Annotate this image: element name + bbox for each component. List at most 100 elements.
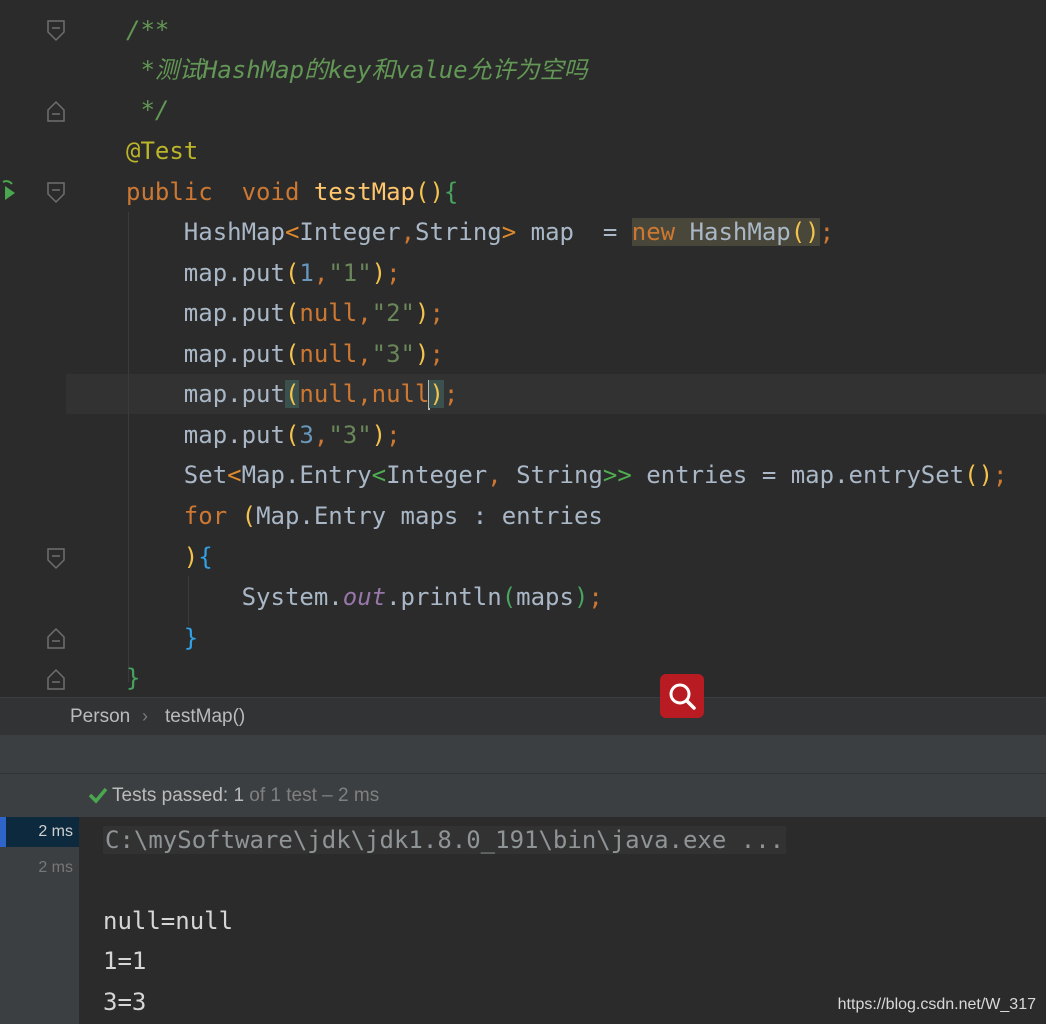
code-line-put-3[interactable]: map.put(null,"3"); — [126, 334, 444, 374]
code-line-for-close[interactable]: } — [126, 618, 198, 658]
code-token: map.put — [126, 299, 285, 327]
code-editor[interactable]: /** *测试HashMap的key和value允许为空吗 */ @Test p… — [0, 0, 1046, 697]
code-token: () — [964, 461, 994, 489]
code-line-method-signature[interactable]: public void testMap(){ — [126, 172, 458, 212]
fold-end-icon[interactable] — [47, 100, 65, 122]
code-token: map.put — [126, 340, 285, 368]
code-token: null — [299, 380, 358, 408]
code-token: ; — [819, 218, 835, 246]
code-token: { — [443, 178, 459, 206]
code-token: /** — [126, 16, 170, 44]
code-token: ; — [386, 421, 401, 449]
code-token: ( — [284, 299, 300, 327]
code-token: map = — [516, 218, 632, 246]
code-line-put-1[interactable]: map.put(1,"1"); — [126, 253, 401, 293]
code-token: testMap — [313, 178, 416, 206]
code-line-annotation[interactable]: @Test — [126, 131, 198, 171]
code-token: 3 — [299, 421, 314, 449]
console-command-line[interactable]: C:\mySoftware\jdk\jdk1.8.0_191\bin\java.… — [103, 820, 787, 860]
code-line-println[interactable]: System.out.println(maps); — [126, 577, 603, 617]
run-test-icon[interactable] — [0, 178, 18, 206]
test-tree-row[interactable]: 2 ms — [0, 817, 79, 847]
console-command[interactable]: C:\mySoftware\jdk\jdk1.8.0_191\bin\java.… — [103, 826, 787, 854]
search-icon — [669, 683, 696, 710]
test-tree-row[interactable]: 2 ms — [0, 853, 79, 883]
code-token: entries = map.entrySet — [631, 461, 965, 489]
code-token: for — [183, 502, 228, 530]
code-line-method-close[interactable]: } — [126, 658, 140, 697]
code-token: < — [227, 461, 242, 489]
console-output-line: null=null — [103, 907, 234, 935]
code-token: .println — [386, 583, 502, 611]
code-token: 1 — [299, 259, 314, 287]
test-total-label: of 1 test – 2 ms — [244, 785, 380, 806]
code-line-comment-open[interactable]: /** — [126, 10, 169, 50]
code-token: , — [357, 340, 372, 368]
code-token: , — [400, 218, 416, 246]
code-token: map.put — [126, 421, 285, 449]
code-token: ) — [415, 340, 430, 368]
code-token: null — [371, 380, 430, 408]
code-token: ; — [429, 340, 444, 368]
code-line-comment-close[interactable]: */ — [126, 90, 169, 130]
code-token: "3" — [328, 421, 372, 449]
code-line-put-5[interactable]: map.put(3,"3"); — [126, 415, 401, 455]
code-token: out — [342, 583, 387, 611]
code-line-entryset[interactable]: Set<Map.Entry<Integer, String>> entries … — [126, 455, 1008, 495]
fold-start-icon[interactable] — [47, 548, 65, 570]
code-token: ; — [588, 583, 603, 611]
code-token: ; — [443, 380, 459, 408]
code-line-for-brace[interactable]: ){ — [126, 537, 213, 577]
code-token: ) — [415, 299, 430, 327]
code-token: String — [501, 461, 603, 489]
code-token: ) — [429, 380, 444, 408]
code-token: > — [501, 218, 517, 246]
fold-end-icon[interactable] — [47, 668, 65, 690]
code-token: , — [357, 299, 372, 327]
breadcrumb-method[interactable]: testMap() — [165, 706, 245, 728]
code-token: ( — [241, 502, 257, 530]
code-token: ) — [371, 421, 387, 449]
test-passed-count: 1 — [233, 785, 245, 806]
code-token: Integer — [386, 461, 488, 489]
code-token: map.put — [126, 380, 285, 408]
fold-start-icon[interactable] — [47, 182, 65, 204]
code-token: } — [126, 664, 141, 692]
code-token: System. — [126, 583, 343, 611]
code-line-hashmap-decl[interactable]: HashMap<Integer,String> map = new HashMa… — [126, 212, 834, 252]
code-token: () — [790, 218, 820, 246]
code-token: ( — [284, 380, 300, 408]
test-tree[interactable]: 2 ms 2 ms — [0, 817, 79, 1024]
breadcrumb-class[interactable]: Person — [70, 706, 130, 728]
code-token: @Test — [126, 137, 199, 165]
code-line-put-4[interactable]: map.put(null,null); — [126, 374, 458, 414]
code-token: , — [487, 461, 502, 489]
code-token: { — [198, 543, 213, 571]
code-line-put-2[interactable]: map.put(null,"2"); — [126, 293, 444, 333]
code-token: , — [357, 380, 372, 408]
code-token: Set — [126, 461, 228, 489]
test-status-label: Tests passed: — [112, 785, 234, 806]
console-output[interactable]: C:\mySoftware\jdk\jdk1.8.0_191\bin\java.… — [79, 817, 1046, 1024]
code-line-comment-body[interactable]: *测试HashMap的key和value允许为空吗 — [126, 50, 587, 90]
code-token: , — [313, 421, 329, 449]
test-status-text: Tests passed: 1 of 1 test – 2 ms — [112, 785, 379, 807]
code-token: } — [183, 624, 199, 652]
watermark: https://blog.csdn.net/W_317 — [837, 996, 1036, 1013]
fold-end-icon[interactable] — [47, 627, 65, 649]
console-output-line: 1=1 — [103, 947, 147, 975]
search-button[interactable] — [660, 674, 704, 718]
code-token: ) — [573, 583, 589, 611]
fold-start-icon[interactable] — [47, 20, 65, 42]
code-token: < — [371, 461, 387, 489]
code-token: map.put — [126, 259, 285, 287]
code-token: "3" — [371, 340, 416, 368]
code-line-for[interactable]: for (Map.Entry maps : entries — [126, 496, 603, 536]
console-output-line: 3=3 — [103, 988, 147, 1016]
code-token: String — [415, 218, 502, 246]
code-token: public — [126, 178, 213, 206]
